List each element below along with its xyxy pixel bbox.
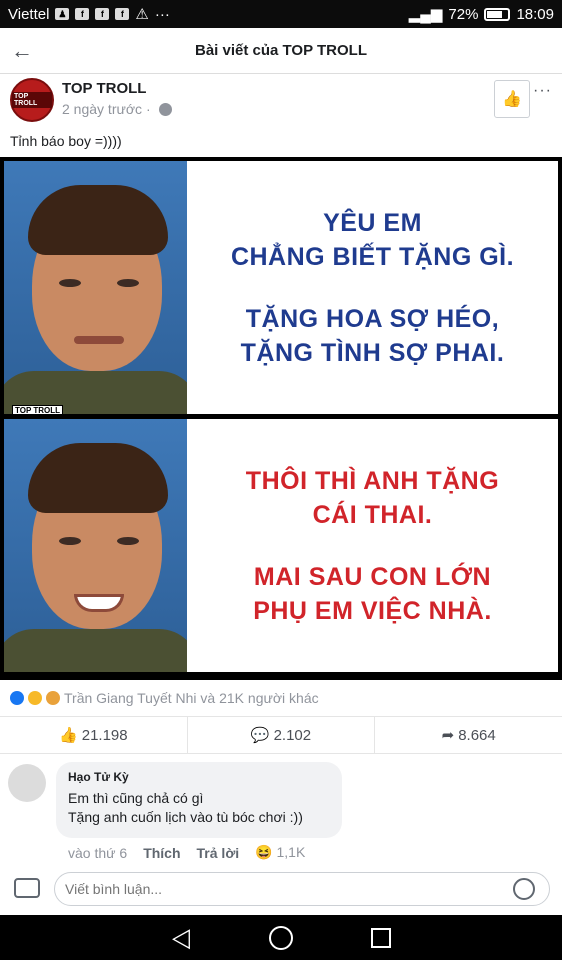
meme-line: MAI SAU CON LỚN	[253, 562, 492, 591]
watermark: TOP TROLL	[12, 405, 64, 414]
comment-composer	[0, 870, 562, 910]
battery-icon	[484, 7, 511, 21]
comment-input[interactable]	[54, 872, 550, 906]
warning-icon: ⚠	[135, 6, 149, 23]
meme-line: TẶNG TÌNH SỢ PHAI.	[240, 338, 505, 367]
haha-reaction-icon: 😆	[255, 844, 273, 860]
action-bar: 👍 21.198 💬 2.102 ➦ 8.664	[0, 716, 562, 754]
wow-reaction-icon	[46, 691, 60, 705]
comment-reactions[interactable]: 😆 1,1K	[255, 844, 305, 861]
facebook-notification-icon: f	[115, 8, 130, 20]
more-notifications-icon: ···	[154, 5, 170, 23]
commenter-name[interactable]: Hạo Tử Kỳ	[68, 770, 330, 784]
meme-text-bottom: THÔI THÌ ANH TẶNG CÁI THAI. MAI SAU CON …	[187, 419, 558, 672]
reactions-summary[interactable]: Trần Giang Tuyết Nhi và 21K người khác	[10, 690, 319, 706]
user-icon: ♟	[55, 8, 70, 20]
comment-like-link[interactable]: Thích	[143, 845, 180, 861]
meme-line: CHẲNG BIẾT TẶNG GÌ.	[230, 242, 515, 271]
man-serious-photo: TOP TROLL	[4, 161, 187, 414]
facebook-notification-icon: f	[95, 8, 110, 20]
post-header: TOP TROLL TOP TROLL 2 ngày trước · 👍 ···	[0, 74, 562, 128]
like-reaction-icon	[10, 691, 24, 705]
thumbs-up-icon: 👍	[59, 727, 78, 744]
comment-reaction-count: 1,1K	[276, 844, 306, 860]
meme-text-top: YÊU EM CHẲNG BIẾT TẶNG GÌ. TẶNG HOA SỢ H…	[187, 161, 558, 414]
status-bar: Viettel ♟ f f f ⚠ ··· ▂▄▆ 72% 18:09	[0, 0, 562, 28]
carrier-label: Viettel	[8, 5, 50, 23]
like-page-button[interactable]: 👍	[494, 80, 530, 118]
share-arrow-icon: ➦	[441, 727, 455, 744]
reactions-text: Trần Giang Tuyết Nhi và 21K người khác	[64, 690, 319, 706]
comment-time: vào thứ 6	[68, 844, 128, 861]
page-title: Bài viết của TOP TROLL	[195, 42, 367, 59]
system-nav-bar: ◁	[0, 915, 562, 960]
share-button[interactable]: ➦ 8.664	[375, 717, 562, 753]
emoji-icon[interactable]	[513, 878, 535, 900]
clock: 18:09	[516, 5, 554, 23]
post-image[interactable]: TOP TROLL YÊU EM CHẲNG BIẾT TẶNG GÌ. TẶN…	[0, 157, 562, 680]
page-name[interactable]: TOP TROLL	[62, 80, 146, 97]
post-time[interactable]: 2 ngày trước	[62, 101, 142, 117]
comment-text-line: Tặng anh cuốn lịch vào tù bóc chơi :))	[68, 809, 303, 825]
more-options-icon[interactable]: ···	[533, 82, 552, 100]
signal-icon: ▂▄▆	[408, 6, 443, 23]
app-bar: ← Bài viết của TOP TROLL	[0, 28, 562, 74]
nav-recent-apps-icon[interactable]	[371, 927, 391, 948]
post-meta: 2 ngày trước ·	[62, 101, 172, 117]
back-arrow-icon[interactable]: ←	[0, 28, 44, 74]
share-count: 8.664	[458, 726, 496, 744]
page-avatar[interactable]: TOP TROLL	[10, 78, 54, 122]
meme-panel-top: TOP TROLL YÊU EM CHẲNG BIẾT TẶNG GÌ. TẶN…	[4, 161, 558, 414]
man-smiling-photo	[4, 419, 187, 672]
meme-line: YÊU EM	[323, 208, 422, 237]
thumbs-up-icon: 👍	[502, 91, 522, 108]
meme-line: TẶNG HOA SỢ HÉO,	[245, 304, 500, 333]
camera-icon[interactable]	[14, 878, 40, 898]
haha-reaction-icon	[28, 691, 42, 705]
comment-meta: vào thứ 6 Thích Trả lời 😆 1,1K	[68, 844, 305, 861]
globe-icon	[158, 102, 172, 116]
comment-text-line: Em thì cũng chả có gì	[68, 790, 204, 806]
battery-percent: 72%	[448, 5, 479, 23]
commenter-avatar[interactable]	[8, 764, 46, 802]
comment-reply-link[interactable]: Trả lời	[197, 845, 240, 861]
comment-bubble[interactable]: Hạo Tử Kỳ Em thì cũng chả có gì Tặng anh…	[56, 762, 342, 838]
post-caption: Tỉnh báo boy =))))	[10, 133, 122, 149]
meme-line: PHỤ EM VIỆC NHÀ.	[253, 596, 492, 625]
comment-count: 2.102	[273, 726, 312, 744]
meme-line: CÁI THAI.	[312, 500, 433, 529]
speech-bubble-icon: 💬	[250, 727, 270, 744]
meme-panel-bottom: THÔI THÌ ANH TẶNG CÁI THAI. MAI SAU CON …	[4, 419, 558, 672]
facebook-notification-icon: f	[75, 8, 90, 20]
comment-button[interactable]: 💬 2.102	[188, 717, 376, 753]
like-count: 21.198	[81, 726, 128, 744]
nav-back-icon[interactable]: ◁	[172, 922, 190, 953]
meme-line: THÔI THÌ ANH TẶNG	[245, 466, 500, 495]
like-button[interactable]: 👍 21.198	[0, 717, 188, 753]
nav-home-icon[interactable]	[269, 925, 293, 950]
